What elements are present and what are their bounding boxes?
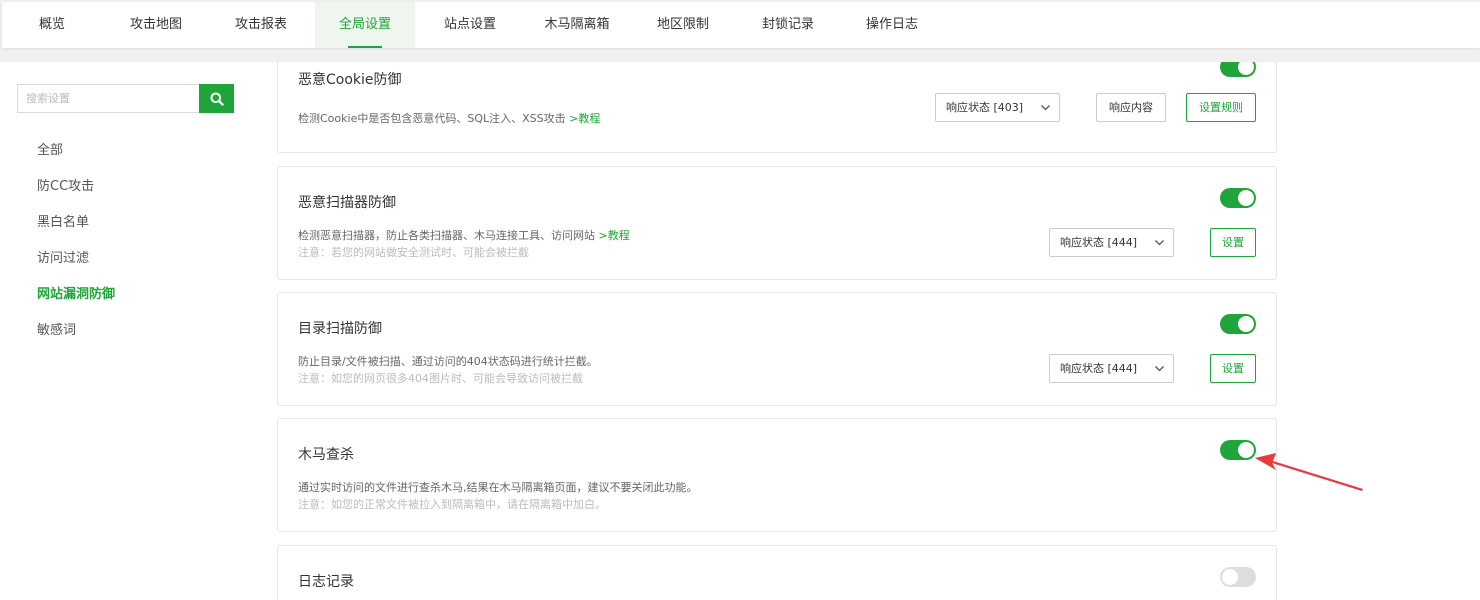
card-description: 通过实时访问的文件进行查杀木马,结果在木马隔离箱页面，建议不要关闭此功能。: [298, 481, 698, 494]
cookie-defense-toggle[interactable]: [1220, 62, 1256, 77]
tab-block-records[interactable]: 封锁记录: [738, 2, 838, 48]
tab-trojan-quarantine[interactable]: 木马隔离箱: [524, 2, 630, 48]
response-status-value: 响应状态 [444]: [1060, 236, 1138, 249]
settings-content: 恶意Cookie防御 检测Cookie中是否包含恶意代码、SQL注入、XSS攻击…: [258, 62, 1480, 600]
card-description-text: 检测恶意扫描器，防止各类扫描器、木马连接工具、访问网站: [298, 229, 595, 242]
logging-toggle[interactable]: [1220, 567, 1256, 587]
tab-operation-log[interactable]: 操作日志: [842, 2, 942, 48]
sidebar-item-sensitive-words[interactable]: 敏感词: [37, 319, 76, 338]
card-note: 注意：若您的网站做安全测试时、可能会被拦截: [298, 246, 529, 259]
tab-overview[interactable]: 概览: [2, 2, 102, 48]
response-status-value: 响应状态 [403]: [946, 101, 1024, 114]
chevron-down-icon: [1041, 105, 1050, 111]
card-description: 检测恶意扫描器，防止各类扫描器、木马连接工具、访问网站 >教程: [298, 227, 630, 243]
search-icon: [210, 92, 224, 106]
response-content-button[interactable]: 响应内容: [1096, 93, 1166, 122]
settings-button[interactable]: 设置: [1210, 228, 1256, 257]
response-status-value: 响应状态 [444]: [1060, 362, 1138, 375]
sidebar-item-access-filter[interactable]: 访问过滤: [37, 247, 89, 266]
tab-site-settings[interactable]: 站点设置: [420, 2, 520, 48]
card-title: 目录扫描防御: [298, 321, 382, 337]
sidebar-item-anti-cc[interactable]: 防CC攻击: [37, 175, 94, 194]
card-title: 恶意Cookie防御: [298, 72, 402, 88]
tutorial-link[interactable]: >教程: [599, 229, 630, 242]
setting-card-directory-scan: 目录扫描防御 防止目录/文件被扫描、通过访问的404状态码进行统计拦截。 注意：…: [277, 292, 1277, 406]
sidebar: 全部 防CC攻击 黑白名单 访问过滤 网站漏洞防御 敏感词: [0, 62, 258, 600]
trojan-scan-toggle[interactable]: [1220, 440, 1256, 460]
card-description: 防止目录/文件被扫描、通过访问的404状态码进行统计拦截。: [298, 355, 598, 368]
card-title: 恶意扫描器防御: [298, 195, 396, 211]
tutorial-link[interactable]: >教程: [569, 112, 600, 125]
scanner-defense-toggle[interactable]: [1220, 188, 1256, 208]
search-button[interactable]: [199, 84, 234, 113]
response-status-select[interactable]: 响应状态 [403]: [935, 93, 1060, 122]
top-nav: 概览 攻击地图 攻击报表 全局设置 站点设置 木马隔离箱 地区限制 封锁记录 操…: [2, 2, 1480, 48]
setting-card-trojan-scan: 木马查杀 通过实时访问的文件进行查杀木马,结果在木马隔离箱页面，建议不要关闭此功…: [277, 418, 1277, 532]
card-description-text: 检测Cookie中是否包含恶意代码、SQL注入、XSS攻击: [298, 112, 566, 125]
tab-global-settings[interactable]: 全局设置: [315, 2, 415, 48]
response-status-select[interactable]: 响应状态 [444]: [1049, 228, 1174, 257]
chevron-down-icon: [1155, 240, 1164, 246]
setting-card-scanner: 恶意扫描器防御 检测恶意扫描器，防止各类扫描器、木马连接工具、访问网站 >教程 …: [277, 166, 1277, 280]
search-input[interactable]: [17, 84, 200, 113]
directory-scan-toggle[interactable]: [1220, 314, 1256, 334]
set-rules-button[interactable]: 设置规则: [1186, 93, 1256, 122]
settings-button[interactable]: 设置: [1210, 354, 1256, 383]
sidebar-item-all[interactable]: 全部: [37, 139, 63, 158]
card-description: 检测Cookie中是否包含恶意代码、SQL注入、XSS攻击 >教程: [298, 110, 600, 126]
setting-card-logging: 日志记录: [277, 545, 1277, 600]
tab-region-restriction[interactable]: 地区限制: [633, 2, 733, 48]
chevron-down-icon: [1155, 366, 1164, 372]
tab-attack-report[interactable]: 攻击报表: [211, 2, 311, 48]
card-title: 木马查杀: [298, 447, 354, 463]
tab-attack-map[interactable]: 攻击地图: [106, 2, 206, 48]
card-title: 日志记录: [298, 574, 354, 590]
card-note: 注意：如您的网页很多404图片时、可能会导致访问被拦截: [298, 372, 583, 385]
setting-card-cookie: 恶意Cookie防御 检测Cookie中是否包含恶意代码、SQL注入、XSS攻击…: [277, 62, 1277, 153]
sidebar-item-vulnerability-defense[interactable]: 网站漏洞防御: [37, 283, 115, 302]
card-note: 注意：如您的正常文件被拉入到隔离箱中，请在隔离箱中加白。: [298, 498, 606, 511]
response-status-select[interactable]: 响应状态 [444]: [1049, 354, 1174, 383]
sidebar-item-black-white-list[interactable]: 黑白名单: [37, 211, 89, 230]
